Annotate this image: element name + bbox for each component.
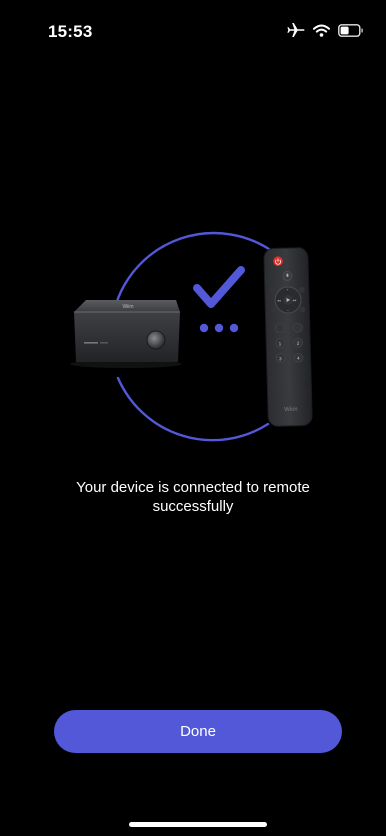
remote-icon: ◂◂ ▸▸ + − 1 2 3 4 Wiim bbox=[263, 247, 313, 427]
connection-arc-bottom bbox=[116, 376, 270, 442]
progress-dot bbox=[214, 323, 224, 333]
svg-text:−: − bbox=[287, 309, 289, 313]
check-icon bbox=[193, 266, 245, 308]
connection-illustration: Wiim ◂◂ ▸▸ + − 1 2 3 4 Wiim bbox=[0, 218, 386, 448]
done-button[interactable]: Done bbox=[54, 710, 342, 753]
home-indicator[interactable] bbox=[129, 822, 267, 827]
svg-text:Wiim: Wiim bbox=[284, 407, 297, 413]
svg-text:▸▸: ▸▸ bbox=[293, 298, 297, 302]
svg-text:◂◂: ◂◂ bbox=[277, 299, 281, 303]
svg-text:+: + bbox=[286, 288, 288, 292]
wiim-device-icon: Wiim bbox=[70, 300, 182, 368]
connection-success-message: Your device is connected to remote succe… bbox=[76, 479, 310, 515]
status-icons bbox=[287, 22, 364, 38]
connection-arc-top bbox=[114, 231, 274, 306]
airplane-icon bbox=[287, 22, 305, 38]
status-bar: 15:53 bbox=[0, 0, 386, 54]
svg-text:Wiim: Wiim bbox=[122, 304, 133, 310]
battery-icon bbox=[338, 23, 364, 37]
progress-dot bbox=[199, 323, 209, 333]
connection-graphic: Wiim ◂◂ ▸▸ + − 1 2 3 4 Wiim bbox=[70, 231, 313, 442]
progress-dot bbox=[229, 323, 239, 333]
wifi-icon bbox=[313, 24, 330, 37]
status-time: 15:53 bbox=[48, 22, 93, 41]
